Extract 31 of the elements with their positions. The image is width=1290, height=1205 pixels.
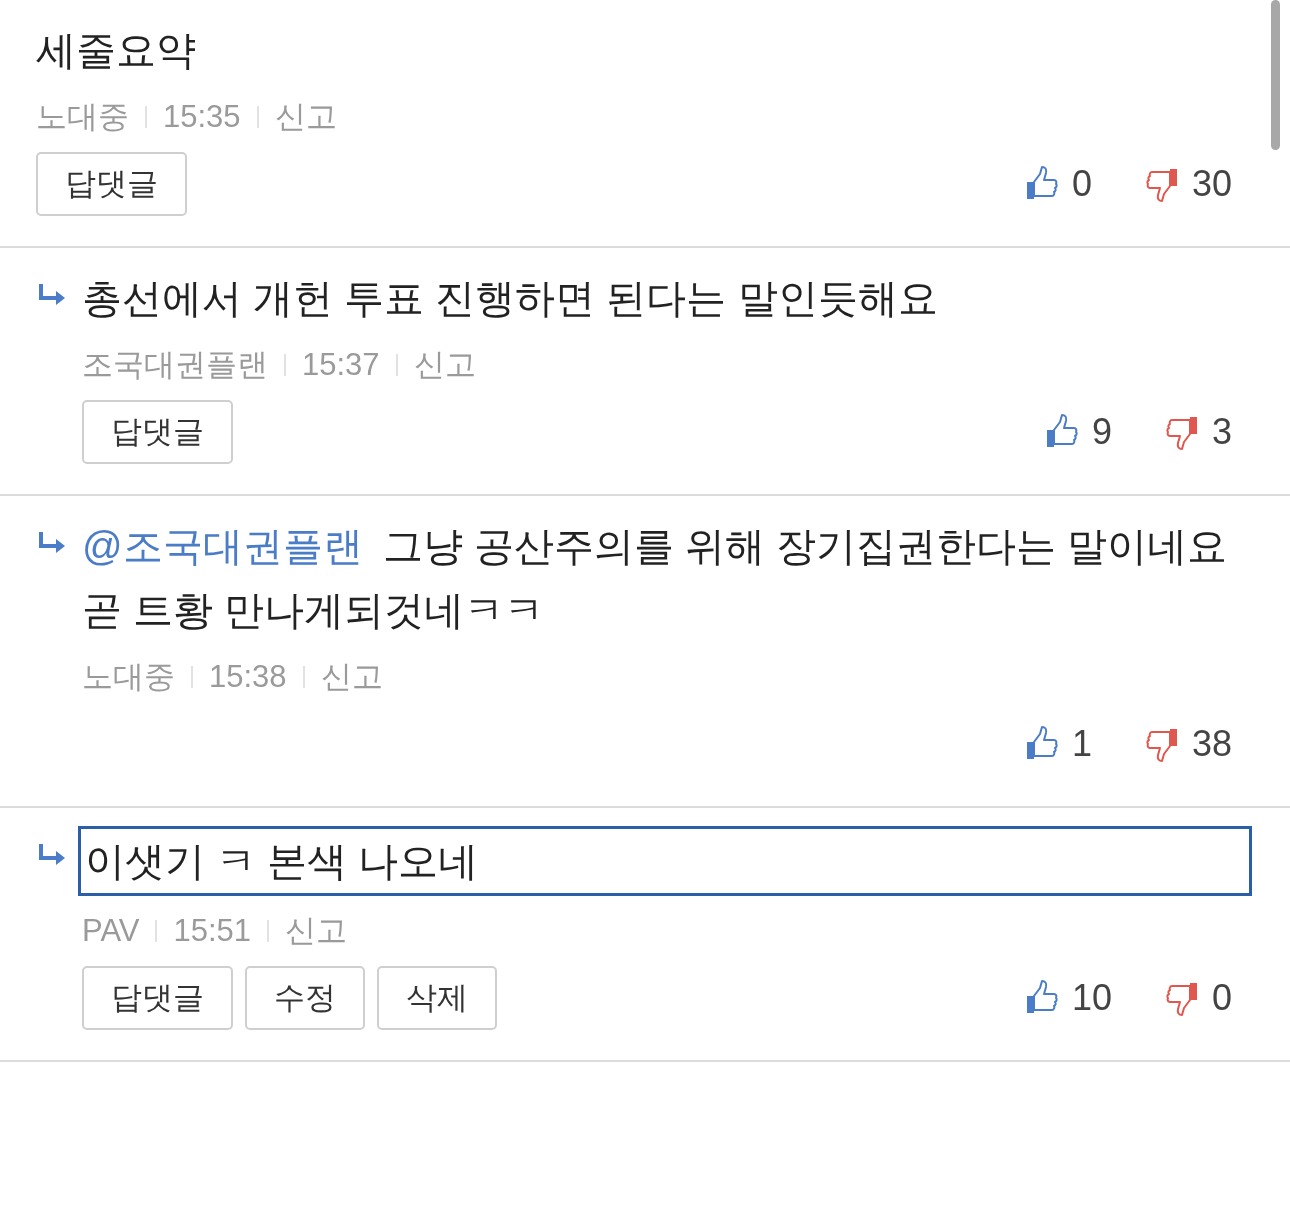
comment-time: 15:35: [163, 99, 241, 135]
author-name: PAV: [82, 913, 140, 949]
comment-action-button[interactable]: 답댓글: [36, 152, 187, 216]
like-count: 0: [1071, 163, 1092, 205]
comment-text: 이샛기 ㅋ 본색 나오네: [78, 826, 1252, 896]
comment-action-button[interactable]: 답댓글: [82, 966, 233, 1030]
author-name: 노대중: [82, 658, 175, 696]
dislike-count: 3: [1211, 411, 1232, 453]
like-count: 1: [1071, 723, 1092, 765]
like-count: 9: [1091, 411, 1112, 453]
thumbs-down-icon: [1143, 726, 1180, 762]
comment-time: 15:38: [209, 659, 287, 695]
like-count: 10: [1071, 977, 1112, 1019]
comment-text: 총선에서 개헌 투표 진행하면 된다는 말인듯해요: [82, 275, 939, 322]
author-name: 조국대권플랜: [82, 346, 268, 384]
comment-action-button[interactable]: 삭제: [377, 966, 497, 1030]
author-name: 노대중: [36, 98, 129, 136]
mention-link[interactable]: @조국대권플랜: [82, 524, 363, 568]
thumbs-down-icon: [1143, 166, 1180, 202]
thumbs-down-icon: [1163, 980, 1200, 1016]
comment-action-button[interactable]: 답댓글: [82, 400, 233, 464]
comment-text: @조국대권플랜 그냥 공산주의를 위해 장기집권한다는 말이네요 곧 트황 만나게되것네ㅋㅋ: [82, 523, 1229, 634]
comment-time: 15:51: [173, 913, 251, 949]
scrollbar[interactable]: [1271, 0, 1280, 150]
comment-text: 세줄요약: [36, 27, 197, 74]
thumbs-down-icon: [1163, 414, 1200, 450]
comment-action-button[interactable]: 수정: [245, 966, 365, 1030]
comment-time: 15:37: [302, 347, 380, 383]
dislike-count: 30: [1191, 163, 1232, 205]
dislike-count: 38: [1191, 723, 1232, 765]
dislike-count: 0: [1211, 977, 1232, 1019]
